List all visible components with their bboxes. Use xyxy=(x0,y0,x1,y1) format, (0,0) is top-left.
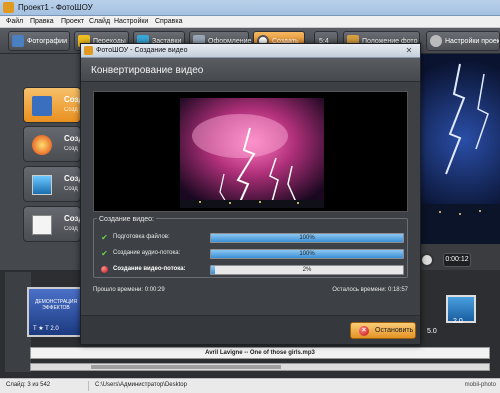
player-time: 0:00:12 xyxy=(443,253,471,267)
record-button[interactable] xyxy=(420,253,434,267)
menu-slide[interactable]: Слайд xyxy=(89,18,110,25)
lightning-preview-image xyxy=(420,63,500,244)
dialog-heading: Конвертирование видео xyxy=(91,65,204,76)
monitor-icon xyxy=(32,175,52,195)
progress-bar: 2% xyxy=(210,265,404,275)
scroll-thumb[interactable] xyxy=(91,365,281,369)
menu-bar: Файл Правка Проект Слайд Настройки Справ… xyxy=(0,16,500,28)
step-label: Создание видео-потока: xyxy=(113,266,186,272)
menu-help[interactable]: Справка xyxy=(155,18,182,25)
menu-file[interactable]: Файл xyxy=(6,18,23,25)
step-audio-stream: ✔ Создание аудио-потока: 100% xyxy=(94,247,409,261)
audio-track[interactable]: Avril Lavigne -- One of those girls.mp3 xyxy=(30,347,490,359)
transition-duration-right: 2.0 xyxy=(453,318,463,325)
step-label: Создание аудио-потока: xyxy=(113,250,181,256)
status-divider xyxy=(88,381,89,391)
close-icon[interactable]: ✕ xyxy=(402,46,416,56)
running-icon xyxy=(101,266,108,273)
progress-group: ✔ Подготовка файлов: 100% ✔ Создание ауд… xyxy=(93,218,408,278)
status-bar: Слайд: 3 из 542 C:\Users\Администратор\D… xyxy=(0,378,500,393)
step-video-stream: Создание видео-потока: 2% xyxy=(94,263,409,277)
project-path: C:\Users\Администратор\Desktop xyxy=(95,382,187,388)
timeline-clip[interactable]: ДЕМОНСТРАЦИЯ ЭФФЕКТОВ T ★ T 2.0 xyxy=(27,287,83,337)
video-icon xyxy=(32,96,52,116)
app-icon xyxy=(84,46,93,55)
window-title: Проект1 - ФотоШОУ xyxy=(18,3,93,12)
progress-percent: 2% xyxy=(302,267,312,273)
group-label: Создание видео: xyxy=(97,216,156,223)
dvd-icon xyxy=(32,135,52,155)
gear-icon xyxy=(430,35,442,47)
dialog-titlebar: ФотоШОУ - Создание видео ✕ xyxy=(81,44,420,58)
menu-settings[interactable]: Настройки xyxy=(114,18,148,25)
menu-edit[interactable]: Правка xyxy=(30,18,54,25)
watermark: mobil-photo xyxy=(464,382,496,388)
create-video-card[interactable]: Созда Созд xyxy=(23,87,88,123)
stop-button[interactable]: × Остановить xyxy=(350,322,416,339)
dialog-header: Конвертирование видео xyxy=(81,58,420,82)
progress-bar: 100% xyxy=(210,233,404,243)
create-video-dialog: ФотоШОУ - Создание видео ✕ Конвертирован… xyxy=(80,43,421,345)
step-label: Подготовка файлов: xyxy=(113,234,170,240)
main-preview xyxy=(420,54,500,244)
project-settings-button[interactable]: Настройки проек xyxy=(426,31,500,51)
step-prepare-files: ✔ Подготовка файлов: 100% xyxy=(94,231,409,245)
timeline-scrollbar[interactable] xyxy=(30,363,490,371)
stop-icon: × xyxy=(359,326,369,336)
progress-percent: 100% xyxy=(299,251,315,257)
tab-photos[interactable]: Фотографии xyxy=(8,31,70,51)
create-dvd-card[interactable]: Созд Созд xyxy=(23,126,84,162)
remaining-time: Осталось времени: 0:18:57 xyxy=(332,287,408,293)
check-icon: ✔ xyxy=(101,233,108,242)
create-screensaver-card[interactable]: Созд Созд xyxy=(23,166,84,202)
photos-icon xyxy=(12,35,24,47)
elapsed-time: Прошло времени: 0:00:29 xyxy=(93,287,165,293)
check-icon: ✔ xyxy=(101,249,108,258)
menu-project[interactable]: Проект xyxy=(61,18,84,25)
slide-counter: Слайд: 3 из 542 xyxy=(6,382,51,388)
app-icon xyxy=(3,2,14,13)
progress-percent: 100% xyxy=(299,235,315,241)
window-icon xyxy=(32,215,52,235)
dialog-title: ФотоШОУ - Создание видео xyxy=(96,47,188,54)
dialog-footer: × Остановить xyxy=(81,315,420,344)
create-exe-card[interactable]: Созд Созд xyxy=(23,206,84,242)
video-preview xyxy=(93,91,408,212)
progress-bar: 100% xyxy=(210,249,404,259)
lightning-storm-image xyxy=(180,98,324,208)
window-titlebar: Проект1 - ФотоШОУ xyxy=(0,0,500,16)
transition-duration: 5.0 xyxy=(427,328,437,335)
